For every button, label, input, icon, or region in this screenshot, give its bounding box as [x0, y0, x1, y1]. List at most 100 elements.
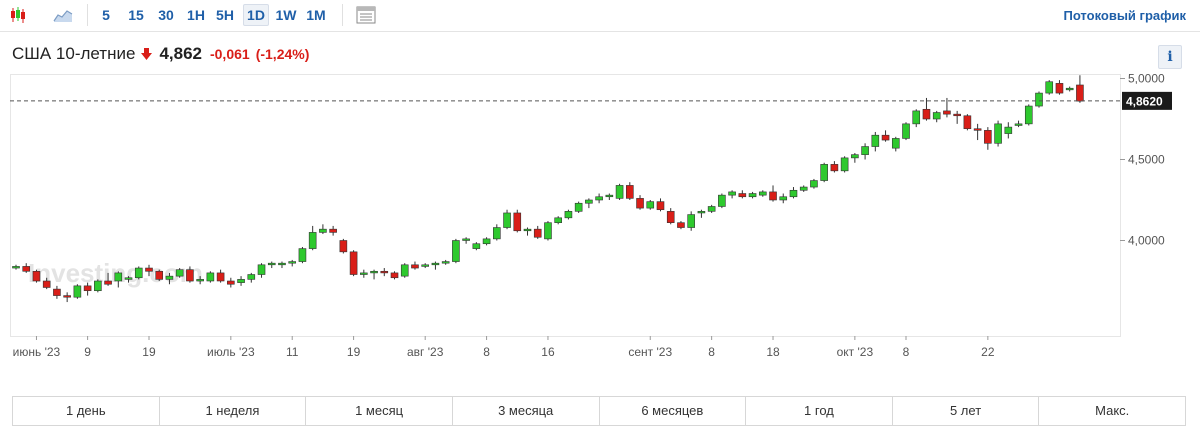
range-max[interactable]: Макс.: [1039, 397, 1185, 425]
candle-body: [441, 261, 450, 264]
candle-body: [748, 193, 757, 198]
candle-body: [400, 264, 409, 277]
timeframe-1h[interactable]: 1H: [184, 4, 208, 26]
candle-body: [206, 272, 215, 282]
candle-body: [851, 154, 859, 159]
candle-body: [902, 123, 910, 139]
candle-body: [871, 134, 880, 147]
candle-body: [533, 228, 542, 238]
candle-body: [237, 279, 245, 283]
candle-body: [984, 130, 992, 144]
y-tick-label: 5,0000: [1128, 72, 1165, 86]
table-view-icon[interactable]: [354, 4, 378, 26]
candle-body: [53, 288, 61, 296]
candlestick-icon[interactable]: [7, 4, 29, 26]
candlestick-chart[interactable]: Investing.com4,00004,50005,0000июнь '239…: [0, 70, 1200, 370]
candle-body: [799, 186, 808, 191]
x-tick-label: 11: [286, 345, 299, 359]
range-1-month[interactable]: 1 месяц: [306, 397, 453, 425]
x-tick-label: июль '23: [207, 345, 255, 359]
range-selector: 1 день 1 неделя 1 месяц 3 месяца 6 месяц…: [12, 396, 1186, 426]
candle-body: [247, 274, 256, 280]
range-1-day[interactable]: 1 день: [13, 397, 160, 425]
candle-body: [881, 134, 890, 141]
candle-body: [574, 202, 583, 212]
candle-body: [1055, 83, 1064, 94]
range-1-year[interactable]: 1 год: [746, 397, 893, 425]
candle-body: [1004, 126, 1013, 134]
candle-body: [585, 199, 593, 204]
candle-body: [758, 191, 767, 196]
candle-body: [789, 189, 798, 198]
candle-body: [615, 185, 624, 199]
candle-body: [810, 180, 818, 188]
candle-body: [564, 211, 573, 219]
x-tick-label: июнь '23: [13, 345, 61, 359]
candle-body: [922, 108, 931, 120]
candle-body: [963, 115, 972, 130]
candle-body: [718, 194, 726, 207]
info-button[interactable]: i: [1158, 45, 1182, 69]
timeframe-30m[interactable]: 30: [154, 4, 178, 26]
x-tick-label: 8: [708, 345, 715, 359]
candle-body: [462, 238, 470, 241]
timeframe-1w[interactable]: 1W: [273, 4, 299, 26]
candle-body: [503, 212, 511, 228]
streaming-chart-link[interactable]: Потоковый график: [1063, 8, 1186, 23]
candle-body: [360, 272, 368, 275]
candle-body: [912, 110, 921, 125]
candle-body: [196, 279, 204, 282]
candle-body: [1045, 81, 1054, 94]
candle-body: [1065, 87, 1074, 91]
timeframe-5h[interactable]: 5H: [213, 4, 237, 26]
toolbar-separator: [342, 4, 343, 26]
candle-body: [666, 211, 675, 223]
x-tick-label: 8: [483, 345, 490, 359]
candle-body: [155, 270, 164, 280]
area-chart-icon[interactable]: [52, 4, 74, 26]
candle-body: [656, 201, 665, 211]
timeframe-15m[interactable]: 15: [124, 4, 148, 26]
range-6-months[interactable]: 6 месяцев: [600, 397, 747, 425]
candle-body: [677, 222, 685, 228]
timeframe-1m[interactable]: 1M: [303, 4, 329, 26]
current-price-label: 4,8620: [1126, 94, 1163, 108]
range-5-years[interactable]: 5 лет: [893, 397, 1040, 425]
candle-body: [339, 240, 348, 253]
timeframe-1d[interactable]: 1D: [243, 4, 269, 26]
candle-body: [421, 264, 430, 267]
candle-body: [83, 285, 92, 292]
candle-body: [625, 185, 634, 199]
candle-body: [73, 285, 82, 298]
candle-body: [319, 228, 327, 233]
x-tick-label: 18: [766, 345, 780, 359]
candle-body: [943, 110, 951, 115]
candle-body: [278, 262, 286, 266]
candle-body: [165, 275, 174, 280]
chart-toolbar: 5 15 30 1H 5H 1D 1W 1M Потоковый график: [0, 0, 1200, 32]
candle-body: [329, 228, 337, 233]
candle-body: [769, 191, 777, 201]
candle-body: [1024, 105, 1033, 125]
candle-body: [728, 191, 736, 196]
candle-body: [994, 123, 1002, 144]
candle-body: [820, 164, 828, 181]
candle-body: [145, 267, 153, 272]
candle-body: [779, 196, 788, 201]
timeframe-5m[interactable]: 5: [96, 4, 116, 26]
candle-body: [124, 277, 133, 280]
candle-body: [431, 262, 440, 266]
x-tick-label: 9: [84, 345, 91, 359]
y-tick-label: 4,5000: [1128, 153, 1165, 167]
candle-body: [687, 214, 695, 228]
candle-body: [216, 272, 225, 282]
candle-body: [267, 262, 276, 266]
range-1-week[interactable]: 1 неделя: [160, 397, 307, 425]
y-tick-label: 4,0000: [1128, 234, 1165, 248]
range-3-months[interactable]: 3 месяца: [453, 397, 600, 425]
candle-body: [646, 201, 655, 209]
candle-body: [861, 146, 869, 155]
x-tick-label: 8: [903, 345, 910, 359]
candle-body: [42, 280, 51, 288]
candle-body: [94, 280, 102, 292]
